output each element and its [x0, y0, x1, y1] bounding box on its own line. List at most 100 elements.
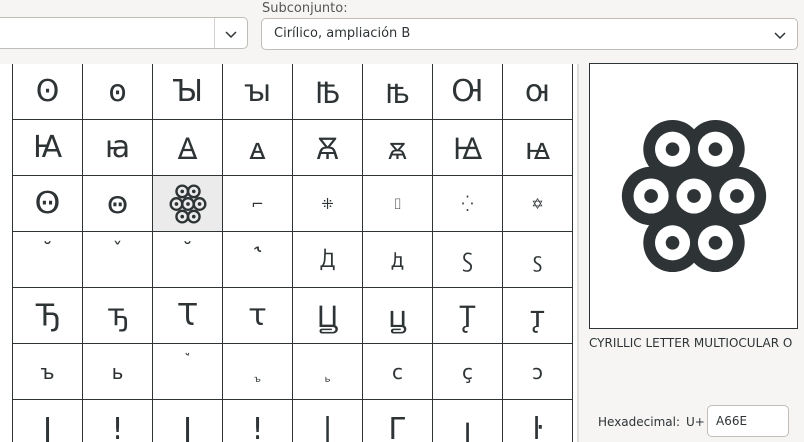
- char-cell[interactable]: ꚃ: [503, 232, 573, 288]
- char-glyph: ꙑ: [243, 74, 272, 109]
- char-cell[interactable]: ˘: [13, 232, 83, 288]
- combo-divider: [214, 18, 215, 48]
- char-cell[interactable]: ǃ: [83, 400, 153, 442]
- char-glyph: ꙛ: [388, 132, 407, 167]
- char-cell[interactable]: ꞁ: [433, 400, 503, 442]
- char-cell[interactable]: ꙿ: [153, 344, 223, 400]
- grid-edge: [577, 64, 579, 442]
- char-glyph: ⌷: [392, 194, 402, 213]
- char-glyph: ꚑ: [530, 300, 545, 335]
- chevron-down-icon: [774, 32, 786, 40]
- char-glyph: ˘: [182, 238, 193, 262]
- char-cell[interactable]: Ꙛ: [293, 120, 363, 176]
- char-glyph: ⁜: [321, 194, 334, 213]
- char-cell[interactable]: ↄ: [503, 344, 573, 400]
- char-glyph: ꙗ: [104, 130, 131, 165]
- char-glyph: ꙿ: [183, 351, 192, 369]
- char-cell[interactable]: Ꚏ: [293, 288, 363, 344]
- char-cell[interactable]: ǀ: [13, 400, 83, 442]
- char-glyph: Ꙝ: [452, 132, 483, 167]
- char-cell-selected[interactable]: [153, 176, 223, 232]
- character-preview: [589, 63, 798, 329]
- char-cell[interactable]: ꚋ: [83, 288, 153, 344]
- char-glyph: ǃ: [253, 412, 262, 442]
- character-grid-viewport[interactable]: Ꙩꙩ Ꙑꙑ Ꙓꙓ Ꙕꙕ Ꙗꙗ Ꙙꙙ Ꙛꙛ Ꙝꙝ Ꙫꙫ ⌐ ⁜ ⌷ ⁛ ✡ ˘ ˇ ˘ ˞ Ꚁꚁ Ꚃꚃ Ꚋꚋ Ꚍꚍ Ꚏꚏ Ꚑꚑ ъ…: [0, 64, 577, 442]
- char-cell[interactable]: Ꙓ: [293, 64, 363, 120]
- hex-prefix: U+: [686, 415, 705, 429]
- char-cell[interactable]: ⁛: [433, 176, 503, 232]
- char-cell[interactable]: ✡: [503, 176, 573, 232]
- char-cell[interactable]: ç: [433, 344, 503, 400]
- char-glyph: ь: [111, 359, 124, 384]
- char-glyph: ꚁ: [391, 248, 404, 272]
- char-cell[interactable]: ꙗ: [83, 120, 153, 176]
- char-glyph: Ꙓ: [314, 76, 341, 111]
- char-cell[interactable]: Ꚍ: [153, 288, 223, 344]
- multiocular-o-preview-glyph: [621, 119, 766, 273]
- char-cell[interactable]: Г: [363, 400, 433, 442]
- char-cell[interactable]: ꙫ: [83, 176, 153, 232]
- chevron-down-icon[interactable]: [224, 27, 238, 41]
- char-glyph: ↄ: [532, 359, 543, 384]
- hex-input[interactable]: [707, 405, 789, 437]
- char-cell[interactable]: Ꙑ: [153, 64, 223, 120]
- search-combo[interactable]: [0, 17, 248, 49]
- char-cell[interactable]: ъ: [13, 344, 83, 400]
- char-cell[interactable]: |: [293, 400, 363, 442]
- char-cell[interactable]: ꙛ: [363, 120, 433, 176]
- character-grid[interactable]: Ꙩꙩ Ꙑꙑ Ꙓꙓ Ꙕꙕ Ꙗꙗ Ꙙꙙ Ꙛꙛ Ꙝꙝ Ꙫꙫ ⌐ ⁜ ⌷ ⁛ ✡ ˘ ˇ ˘ ˞ Ꚁꚁ Ꚃꚃ Ꚋꚋ Ꚍꚍ Ꚏꚏ Ꚑꚑ ъ…: [12, 64, 573, 442]
- char-cell[interactable]: ꙝ: [503, 120, 573, 176]
- subset-dropdown[interactable]: Cirílico, ampliación B: [261, 18, 798, 50]
- char-cell[interactable]: Ꙙ: [153, 120, 223, 176]
- char-glyph: Ꙩ: [35, 74, 60, 109]
- char-glyph: ꚏ: [388, 300, 407, 335]
- char-cell[interactable]: ꙓ: [363, 64, 433, 120]
- char-cell[interactable]: ⁜: [293, 176, 363, 232]
- char-glyph: ꙙ: [249, 132, 266, 167]
- char-cell[interactable]: Ꙝ: [433, 120, 503, 176]
- char-cell[interactable]: Ꚃ: [433, 232, 503, 288]
- char-glyph: Ꙛ: [316, 132, 339, 167]
- char-cell[interactable]: ǀ: [153, 400, 223, 442]
- char-cell[interactable]: ꙙ: [223, 120, 293, 176]
- char-cell[interactable]: Ꚁ: [293, 232, 363, 288]
- char-cell[interactable]: Ꙗ: [13, 120, 83, 176]
- char-cell[interactable]: Ꚋ: [13, 288, 83, 344]
- char-glyph: ꚍ: [248, 298, 267, 333]
- char-cell[interactable]: ŀ: [503, 400, 573, 442]
- char-cell[interactable]: Ꙩ: [13, 64, 83, 120]
- char-cell[interactable]: c: [363, 344, 433, 400]
- char-cell[interactable]: ꙩ: [83, 64, 153, 120]
- subset-label: Subconjunto:: [262, 1, 348, 16]
- char-cell[interactable]: ꚜ: [223, 344, 293, 400]
- char-cell[interactable]: ˇ: [83, 232, 153, 288]
- char-glyph: Ꚑ: [459, 300, 476, 335]
- char-glyph: ꚋ: [107, 298, 128, 333]
- char-glyph: ꞁ: [463, 412, 472, 442]
- char-cell[interactable]: ⌷: [363, 176, 433, 232]
- char-cell[interactable]: Ꙫ: [13, 176, 83, 232]
- char-cell[interactable]: ꚁ: [363, 232, 433, 288]
- char-cell[interactable]: ꚍ: [223, 288, 293, 344]
- char-glyph: ǃ: [113, 412, 122, 442]
- char-glyph: Ꙙ: [177, 132, 198, 167]
- char-cell[interactable]: ь: [83, 344, 153, 400]
- char-cell[interactable]: ꚑ: [503, 288, 573, 344]
- char-glyph: ˞: [254, 238, 261, 262]
- char-cell[interactable]: ˘: [153, 232, 223, 288]
- char-cell[interactable]: ⌐: [223, 176, 293, 232]
- char-glyph: Ꙫ: [34, 186, 61, 221]
- character-name: CYRILLIC LETTER MULTIOCULAR O: [589, 336, 793, 350]
- char-glyph: ŀ: [532, 412, 543, 442]
- char-glyph: ˘: [42, 238, 53, 262]
- subset-value: Cirílico, ampliación B: [274, 26, 411, 41]
- char-cell[interactable]: ꙑ: [223, 64, 293, 120]
- char-cell[interactable]: ˞: [223, 232, 293, 288]
- char-cell[interactable]: ꚏ: [363, 288, 433, 344]
- char-cell[interactable]: Ꙕ: [433, 64, 503, 120]
- char-cell[interactable]: ꚝ: [293, 344, 363, 400]
- char-cell[interactable]: ǃ: [223, 400, 293, 442]
- char-cell[interactable]: Ꚑ: [433, 288, 503, 344]
- char-cell[interactable]: ꙕ: [503, 64, 573, 120]
- char-glyph: ꚜ: [254, 372, 261, 390]
